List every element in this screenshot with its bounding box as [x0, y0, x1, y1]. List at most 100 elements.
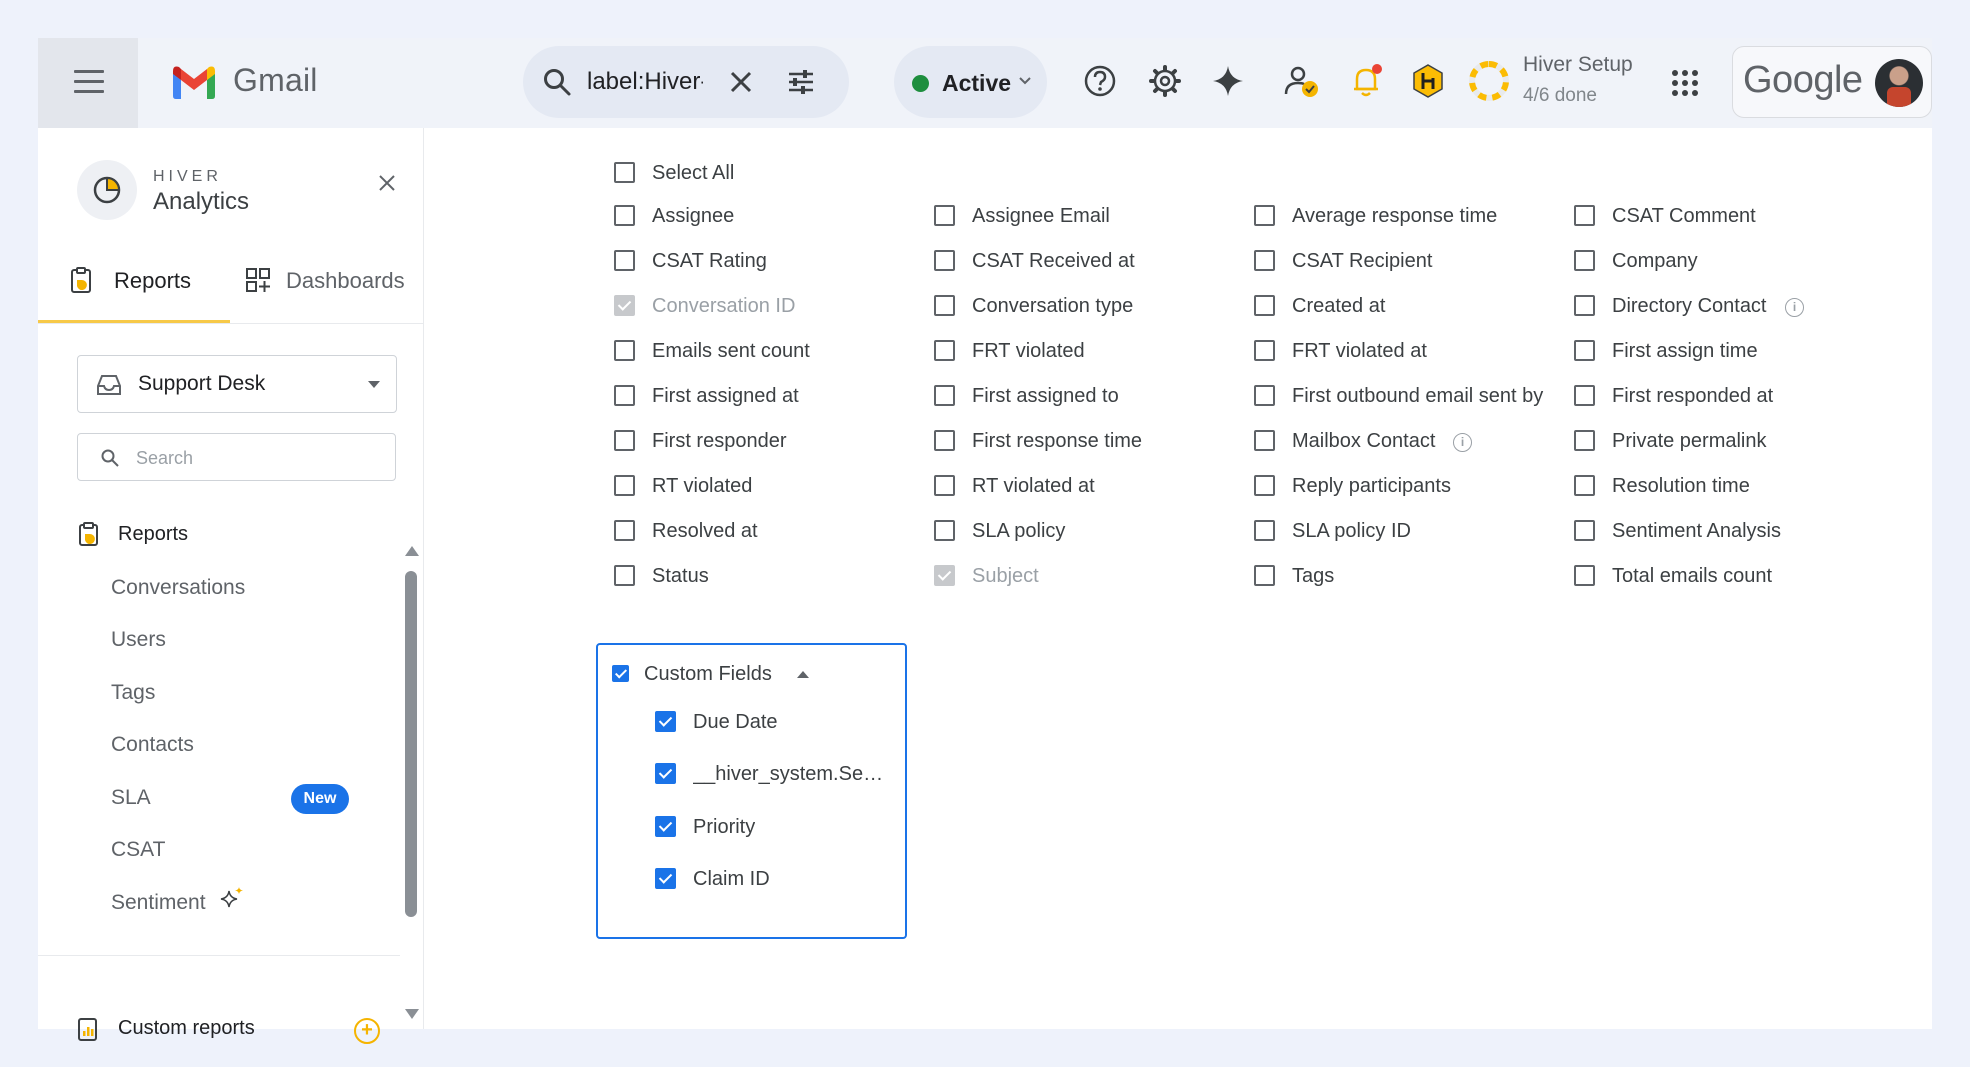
- field-label: First responded at: [1612, 385, 1774, 407]
- info-icon[interactable]: i: [1453, 433, 1472, 452]
- field-checkbox[interactable]: [614, 520, 635, 541]
- tune-icon[interactable]: [785, 66, 817, 98]
- inbox-select[interactable]: Support Desk: [77, 355, 397, 413]
- field-label: RT violated at: [972, 475, 1095, 497]
- field-checkbox[interactable]: [934, 340, 955, 361]
- contact-status-icon[interactable]: [1282, 61, 1322, 101]
- field-checkbox[interactable]: [1254, 205, 1275, 226]
- field-checkbox[interactable]: [1574, 520, 1595, 541]
- nav-item-label: Tags: [111, 681, 156, 704]
- field-checkbox[interactable]: [934, 475, 955, 496]
- field-label: CSAT Comment: [1612, 205, 1756, 227]
- field-label: Assignee Email: [972, 205, 1110, 227]
- field-checkbox[interactable]: [655, 816, 676, 837]
- field-checkbox[interactable]: [1254, 565, 1275, 586]
- app-name: Gmail: [233, 62, 318, 98]
- field-checkbox[interactable]: [1574, 430, 1595, 451]
- setup-title[interactable]: Hiver Setup: [1523, 53, 1633, 77]
- custom-field-priority[interactable]: Priority: [655, 812, 895, 842]
- field-checkbox[interactable]: [934, 520, 955, 541]
- nav-item-csat[interactable]: CSAT: [111, 838, 371, 872]
- field-checkbox[interactable]: [655, 711, 676, 732]
- account-switcher[interactable]: Google: [1732, 46, 1932, 118]
- field-checkbox[interactable]: [614, 162, 635, 183]
- nav-item-users[interactable]: Users: [111, 628, 371, 662]
- tab-dashboards[interactable]: Dashboards: [244, 266, 414, 316]
- field-checkbox[interactable]: [934, 205, 955, 226]
- nav-item-contacts[interactable]: Contacts: [111, 733, 371, 767]
- hiver-icon[interactable]: [1408, 61, 1448, 101]
- close-icon[interactable]: [376, 172, 398, 194]
- field-checkbox[interactable]: [655, 868, 676, 889]
- bell-icon[interactable]: [1346, 61, 1386, 101]
- report-search-field[interactable]: [77, 433, 396, 481]
- sparkle-icon: [220, 887, 243, 908]
- field-checkbox[interactable]: [1254, 385, 1275, 406]
- field-checkbox[interactable]: [1574, 385, 1595, 406]
- settings-icon[interactable]: [1145, 61, 1185, 101]
- avatar[interactable]: [1875, 59, 1923, 107]
- nav-item-conversations[interactable]: Conversations: [111, 576, 371, 610]
- field-label: Private permalink: [1612, 430, 1767, 452]
- analytics-sidebar: HIVER Analytics Reports Dashboards Suppo…: [38, 128, 424, 1044]
- field-checkbox[interactable]: [614, 475, 635, 496]
- custom-fields-toggle[interactable]: Custom Fields: [612, 659, 812, 689]
- field-checkbox[interactable]: [1574, 340, 1595, 361]
- field-checkbox[interactable]: [934, 385, 955, 406]
- custom-reports-item[interactable]: Custom reports +: [77, 1016, 380, 1050]
- custom-field-claim-id[interactable]: Claim ID: [655, 864, 895, 894]
- field-checkbox[interactable]: [1254, 475, 1275, 496]
- field-checkbox[interactable]: [1574, 205, 1595, 226]
- field-checkbox[interactable]: [934, 250, 955, 271]
- field-checkbox[interactable]: [1574, 475, 1595, 496]
- field-checkbox[interactable]: [614, 385, 635, 406]
- apps-icon[interactable]: [1668, 66, 1702, 100]
- menu-button[interactable]: [38, 38, 138, 128]
- scroll-down-arrow[interactable]: [405, 1009, 419, 1019]
- scroll-up-arrow[interactable]: [405, 546, 419, 556]
- nav-item-label: SLA: [111, 786, 151, 809]
- field-checkbox[interactable]: [1254, 295, 1275, 316]
- field-checkbox[interactable]: [614, 430, 635, 451]
- status-dropdown[interactable]: Active: [894, 46, 1047, 118]
- field-checkbox[interactable]: [934, 430, 955, 451]
- field-checkbox[interactable]: [1254, 340, 1275, 361]
- info-icon[interactable]: i: [1785, 298, 1804, 317]
- field-checkbox[interactable]: [1254, 520, 1275, 541]
- custom-field-due-date[interactable]: Due Date: [655, 707, 895, 737]
- field-checkbox[interactable]: [934, 295, 955, 316]
- field-checkbox[interactable]: [614, 205, 635, 226]
- clear-icon[interactable]: [725, 66, 757, 98]
- custom-field-sentiment[interactable]: __hiver_system.Sentiment: [655, 759, 895, 789]
- nav-section-reports[interactable]: Reports: [77, 521, 337, 555]
- tab-reports[interactable]: Reports: [68, 266, 228, 316]
- field-label: Subject: [972, 565, 1039, 587]
- field-checkbox[interactable]: [655, 763, 676, 784]
- menu-icon[interactable]: [74, 70, 104, 96]
- field-checkbox[interactable]: [1574, 295, 1595, 316]
- search-query-text[interactable]: label:Hiver-: [587, 66, 703, 98]
- field-label: Emails sent count: [652, 340, 810, 362]
- nav-item-sentiment[interactable]: Sentiment: [111, 887, 371, 925]
- sparkle-icon[interactable]: [1208, 61, 1248, 101]
- add-icon[interactable]: +: [354, 1018, 380, 1044]
- field-checkbox[interactable]: [614, 340, 635, 361]
- field-checkbox[interactable]: [614, 565, 635, 586]
- nav-item-tags[interactable]: Tags: [111, 681, 371, 715]
- custom-fields-checkbox[interactable]: [612, 665, 629, 682]
- caret-up-icon[interactable]: [797, 671, 809, 678]
- nav-item-sla[interactable]: SLA New: [111, 784, 371, 820]
- field-label: Tags: [1292, 565, 1335, 587]
- field-checkbox[interactable]: [1574, 565, 1595, 586]
- help-icon[interactable]: [1080, 61, 1120, 101]
- field-checkbox[interactable]: [1574, 250, 1595, 271]
- field-label: Directory Contact: [1612, 295, 1767, 317]
- mail-search-bar[interactable]: label:Hiver-: [523, 46, 849, 118]
- report-search-input[interactable]: [136, 444, 376, 472]
- scrollbar-thumb[interactable]: [405, 571, 417, 917]
- field-checkbox[interactable]: [1254, 430, 1275, 451]
- search-icon[interactable]: [541, 66, 573, 98]
- setup-progress-icon[interactable]: [1466, 58, 1512, 104]
- field-checkbox[interactable]: [614, 250, 635, 271]
- field-checkbox[interactable]: [1254, 250, 1275, 271]
